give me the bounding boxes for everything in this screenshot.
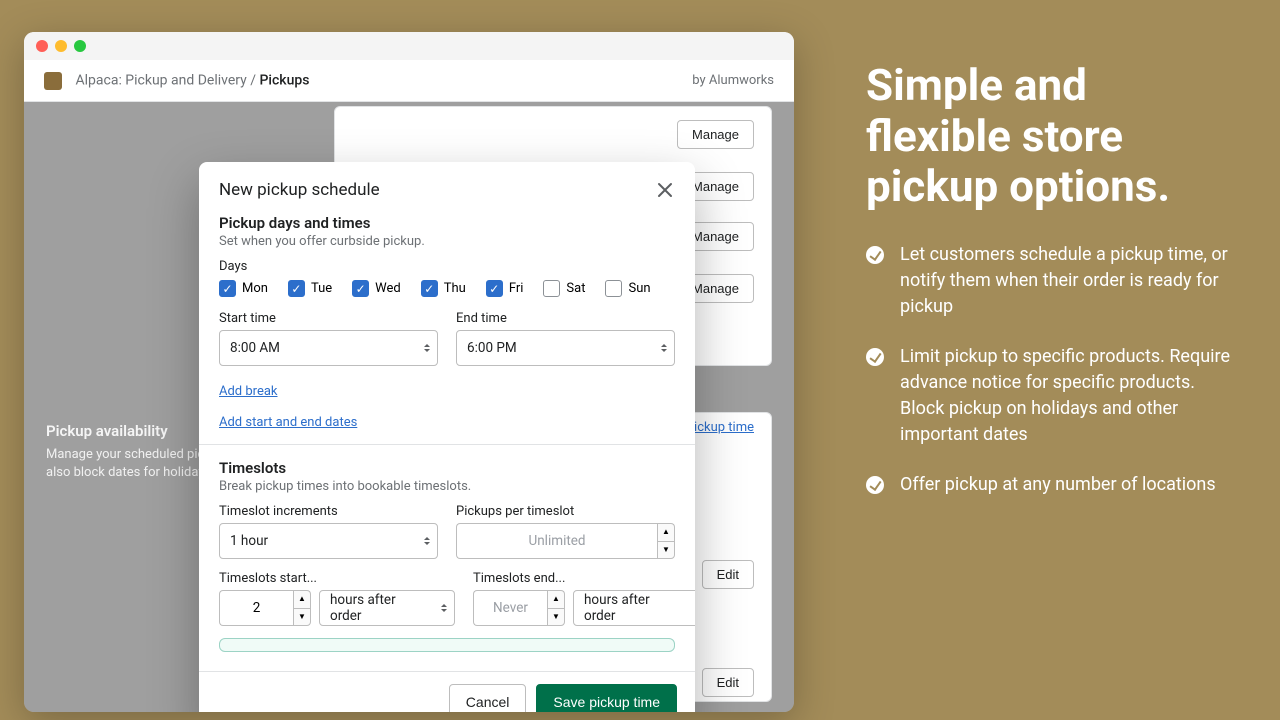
day-checkbox-sun[interactable]	[605, 280, 622, 297]
edit-button[interactable]: Edit	[702, 560, 754, 589]
timeslots-end-value[interactable]: Never	[473, 590, 547, 626]
day-label: Sat	[566, 281, 585, 296]
day-label: Mon	[242, 281, 268, 296]
pickup-days-section-desc: Set when you offer curbside pickup.	[219, 234, 675, 249]
add-start-end-dates-link[interactable]: Add start and end dates	[219, 415, 357, 430]
timeslots-start-label: Timeslots start...	[219, 571, 455, 586]
days-label: Days	[219, 259, 675, 274]
marketing-bullet: Let customers schedule a pickup time, or…	[866, 242, 1230, 320]
pickup-days-section-title: Pickup days and times	[219, 214, 675, 232]
timeslots-end-unit-select[interactable]: hours after order	[573, 590, 695, 626]
check-circle-icon	[866, 246, 884, 264]
day-wed: Wed	[352, 280, 401, 297]
pickups-per-stepper[interactable]: ▲▼	[657, 523, 675, 559]
chevron-down-icon: ▼	[657, 541, 675, 560]
timeslots-end-label: Timeslots end...	[473, 571, 695, 586]
check-circle-icon	[866, 476, 884, 494]
day-label: Sun	[628, 281, 650, 296]
close-icon[interactable]	[655, 180, 675, 200]
end-time-select[interactable]: 6:00 PM	[456, 330, 675, 366]
check-circle-icon	[866, 348, 884, 366]
day-label: Tue	[311, 281, 332, 296]
pickup-availability-heading: Pickup availability	[46, 422, 168, 440]
modal-title: New pickup schedule	[219, 180, 380, 200]
timeslots-section-desc: Break pickup times into bookable timeslo…	[219, 479, 675, 494]
chevron-up-icon: ▲	[547, 590, 565, 608]
day-label: Thu	[444, 281, 466, 296]
close-window-dot[interactable]	[36, 40, 48, 52]
day-fri: Fri	[486, 280, 524, 297]
day-label: Fri	[509, 281, 524, 296]
marketing-heading: Simple and flexible store pickup options…	[866, 60, 1230, 212]
increments-label: Timeslot increments	[219, 504, 438, 519]
app-logo-icon	[44, 72, 62, 90]
app-toolbar: Alpaca: Pickup and Delivery / Pickups by…	[24, 60, 794, 102]
timeslots-start-unit-select[interactable]: hours after order	[319, 590, 455, 626]
marketing-bullet-text: Limit pickup to specific products. Requi…	[900, 344, 1230, 448]
marketing-bullet: Offer pickup at any number of locations	[866, 472, 1230, 498]
day-thu: Thu	[421, 280, 466, 297]
day-sun: Sun	[605, 280, 650, 297]
app-window: Alpaca: Pickup and Delivery / Pickups by…	[24, 32, 794, 712]
end-time-label: End time	[456, 311, 675, 326]
zoom-window-dot[interactable]	[74, 40, 86, 52]
timeslots-start-stepper[interactable]: ▲▼	[293, 590, 311, 626]
mac-titlebar	[24, 32, 794, 60]
pickups-per-label: Pickups per timeslot	[456, 504, 675, 519]
info-banner	[219, 638, 675, 652]
timeslots-end-stepper[interactable]: ▲▼	[547, 590, 565, 626]
byline: by Alumworks	[692, 73, 774, 88]
start-time-select[interactable]: 8:00 AM	[219, 330, 438, 366]
day-checkbox-thu[interactable]	[421, 280, 438, 297]
marketing-bullet: Limit pickup to specific products. Requi…	[866, 344, 1230, 448]
day-tue: Tue	[288, 280, 332, 297]
cancel-button[interactable]: Cancel	[449, 684, 527, 712]
day-label: Wed	[375, 281, 401, 296]
day-checkbox-fri[interactable]	[486, 280, 503, 297]
chevron-up-icon: ▲	[293, 590, 311, 608]
day-checkbox-mon[interactable]	[219, 280, 236, 297]
minimize-window-dot[interactable]	[55, 40, 67, 52]
timeslots-start-value[interactable]: 2	[219, 590, 293, 626]
add-break-link[interactable]: Add break	[219, 384, 278, 399]
edit-button[interactable]: Edit	[702, 668, 754, 697]
day-checkbox-tue[interactable]	[288, 280, 305, 297]
marketing-bullet-text: Offer pickup at any number of locations	[900, 472, 1216, 498]
chevron-down-icon: ▼	[547, 608, 565, 627]
pickups-per-input[interactable]: Unlimited	[456, 523, 657, 559]
day-mon: Mon	[219, 280, 268, 297]
marketing-panel: Simple and flexible store pickup options…	[840, 0, 1280, 720]
day-sat: Sat	[543, 280, 585, 297]
timeslots-section-title: Timeslots	[219, 459, 675, 477]
save-pickup-time-button[interactable]: Save pickup time	[536, 684, 677, 712]
marketing-bullet-text: Let customers schedule a pickup time, or…	[900, 242, 1230, 320]
day-checkbox-wed[interactable]	[352, 280, 369, 297]
new-pickup-schedule-modal: New pickup schedule Pickup days and time…	[199, 162, 695, 712]
day-checkbox-sat[interactable]	[543, 280, 560, 297]
manage-button[interactable]: Manage	[677, 120, 754, 149]
start-time-label: Start time	[219, 311, 438, 326]
increments-select[interactable]: 1 hour	[219, 523, 438, 559]
breadcrumb[interactable]: Alpaca: Pickup and Delivery / Pickups	[75, 72, 309, 88]
chevron-up-icon: ▲	[657, 523, 675, 541]
chevron-down-icon: ▼	[293, 608, 311, 627]
